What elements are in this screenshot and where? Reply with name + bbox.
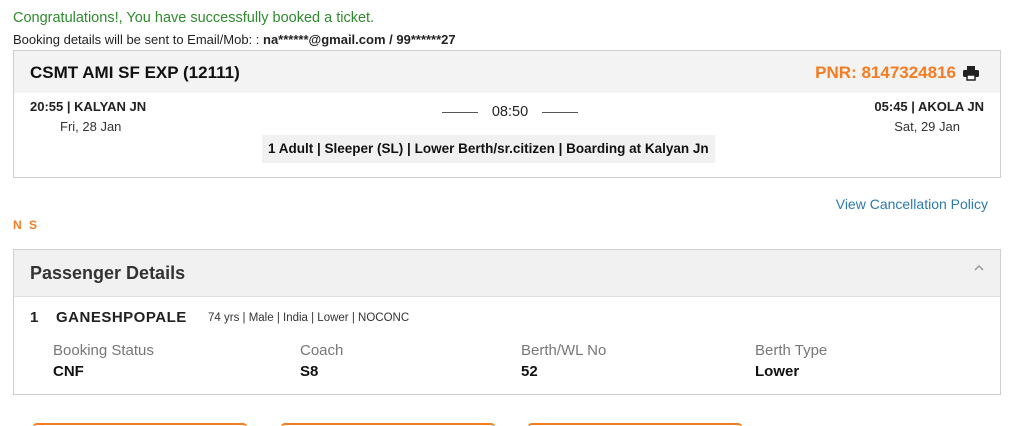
departure-time-station: 20:55 | KALYAN JN <box>30 99 147 114</box>
details-prefix: Booking details will be sent to Email/Mo… <box>13 32 264 47</box>
duration-value: 08:50 <box>491 104 529 120</box>
duration-line-right <box>541 111 578 113</box>
coach-field: Coach S8 <box>300 342 343 380</box>
passenger-number: 1 <box>30 309 39 326</box>
berth-label: Berth/WL No <box>521 342 607 359</box>
berth-type-field: Berth Type Lower <box>755 342 827 380</box>
berth-type-label: Berth Type <box>755 342 828 359</box>
duration-line-left <box>442 111 478 113</box>
coach-value: S8 <box>300 363 319 380</box>
passenger-details-title: Passenger Details <box>30 263 186 283</box>
train-name: CSMT AMI SF EXP (12111) <box>30 63 240 82</box>
arrival-time-station: 05:45 | AKOLA JN <box>874 99 984 114</box>
arrival-date: Sat, 29 Jan <box>894 119 960 134</box>
passenger-details-header[interactable]: Passenger Details <box>14 250 1000 297</box>
coach-label: Coach <box>300 342 344 359</box>
booking-confirmation-page: Congratulations!, You have successfully … <box>0 0 1011 426</box>
booking-status-value: CNF <box>53 363 84 380</box>
masked-mobile: 99******27 <box>396 32 456 47</box>
berth-type-value: Lower <box>755 363 800 380</box>
booking-status-label: Booking Status <box>53 342 154 359</box>
passenger-name: GANESHPOPALE <box>56 309 187 326</box>
print-icon[interactable] <box>962 65 980 81</box>
passenger-details-card: Passenger Details 1 GANESHPOPALE 74 yrs … <box>13 249 1001 395</box>
berth-field: Berth/WL No 52 <box>521 342 606 380</box>
pnr-number: PNR: 8147324816 <box>815 63 956 82</box>
success-message: Congratulations!, You have successfully … <box>13 10 375 26</box>
booking-details-notice: Booking details will be sent to Email/Mo… <box>13 32 456 47</box>
contact-separator: / <box>385 32 397 47</box>
departure-date: Fri, 28 Jan <box>60 119 122 134</box>
passenger-meta: 74 yrs | Male | India | Lower | NOCONC <box>208 312 410 324</box>
ns-label: N S <box>13 218 40 232</box>
booking-status-field: Booking Status CNF <box>53 342 154 380</box>
ticket-card: CSMT AMI SF EXP (12111) PNR: 8147324816 … <box>13 50 1001 178</box>
booking-class-info: 1 Adult | Sleeper (SL) | Lower Berth/sr.… <box>262 135 715 163</box>
ticket-header: CSMT AMI SF EXP (12111) PNR: 8147324816 <box>14 51 1000 93</box>
berth-value: 52 <box>521 363 538 380</box>
chevron-up-icon[interactable] <box>972 262 986 274</box>
view-cancellation-policy-link[interactable]: View Cancellation Policy <box>836 196 988 212</box>
journey-duration: 08:50 <box>442 103 578 121</box>
masked-email: na******@gmail.com <box>263 32 386 47</box>
